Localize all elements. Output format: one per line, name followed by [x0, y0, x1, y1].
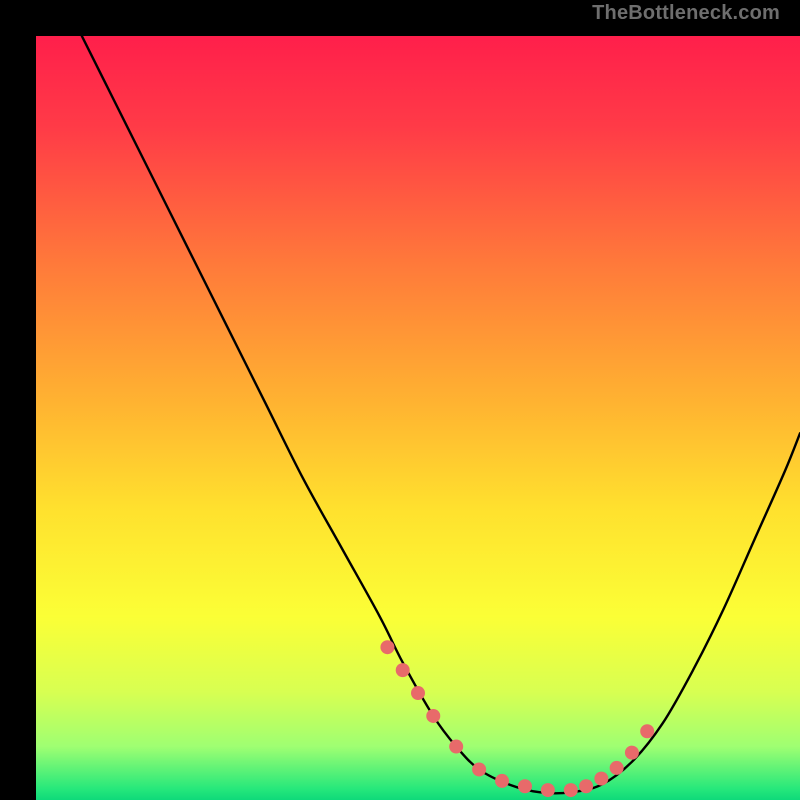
data-marker	[411, 686, 425, 700]
data-marker	[564, 783, 578, 797]
data-marker	[625, 746, 639, 760]
data-marker	[472, 762, 486, 776]
data-marker	[449, 740, 463, 754]
data-marker	[380, 640, 394, 654]
chart-frame	[18, 18, 782, 782]
watermark-text: TheBottleneck.com	[592, 2, 780, 25]
data-marker	[640, 724, 654, 738]
data-marker	[579, 779, 593, 793]
data-marker	[396, 663, 410, 677]
data-marker	[518, 779, 532, 793]
data-marker	[610, 761, 624, 775]
data-marker	[594, 772, 608, 786]
data-marker	[541, 783, 555, 797]
chart-svg	[36, 36, 800, 800]
data-marker	[495, 774, 509, 788]
data-marker	[426, 709, 440, 723]
